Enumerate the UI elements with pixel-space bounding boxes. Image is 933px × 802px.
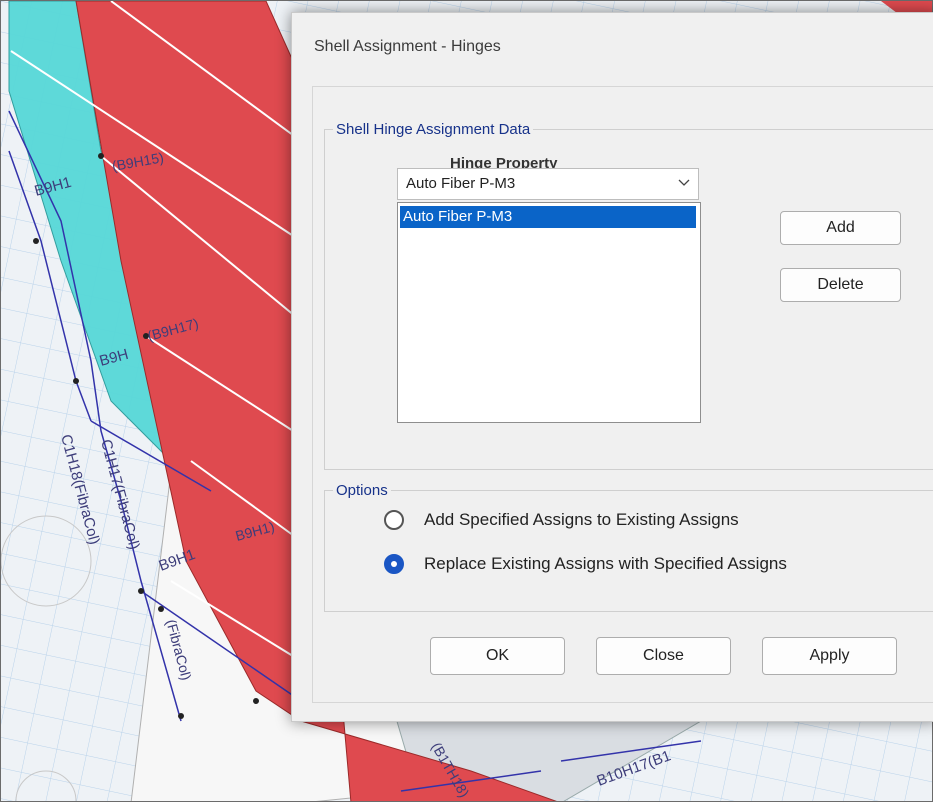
- shell-hinge-group-legend: Shell Hinge Assignment Data: [336, 121, 531, 138]
- radio-selected-icon[interactable]: [384, 554, 404, 574]
- add-button[interactable]: Add: [780, 211, 901, 245]
- options-group-legend: Options: [336, 482, 388, 499]
- hinge-property-list[interactable]: Auto Fiber P-M3: [397, 202, 701, 423]
- chevron-down-icon: [678, 179, 690, 186]
- delete-button[interactable]: Delete: [780, 268, 901, 302]
- apply-button[interactable]: Apply: [762, 637, 897, 675]
- option-add-label: Add Specified Assigns to Existing Assign…: [424, 510, 739, 529]
- hinge-property-selected: Auto Fiber P-M3: [406, 175, 516, 192]
- options-group: Options: [324, 482, 933, 612]
- ok-button[interactable]: OK: [430, 637, 565, 675]
- option-replace-label: Replace Existing Assigns with Specified …: [424, 554, 787, 573]
- shell-assignment-hinges-dialog: Shell Assignment - Hinges Shell Hinge As…: [291, 12, 933, 722]
- close-button[interactable]: Close: [596, 637, 731, 675]
- hinge-property-dropdown[interactable]: Auto Fiber P-M3: [397, 168, 699, 200]
- hinge-list-item[interactable]: Auto Fiber P-M3: [400, 206, 696, 228]
- radio-unselected-icon[interactable]: [384, 510, 404, 530]
- dialog-title: Shell Assignment - Hinges: [314, 38, 501, 55]
